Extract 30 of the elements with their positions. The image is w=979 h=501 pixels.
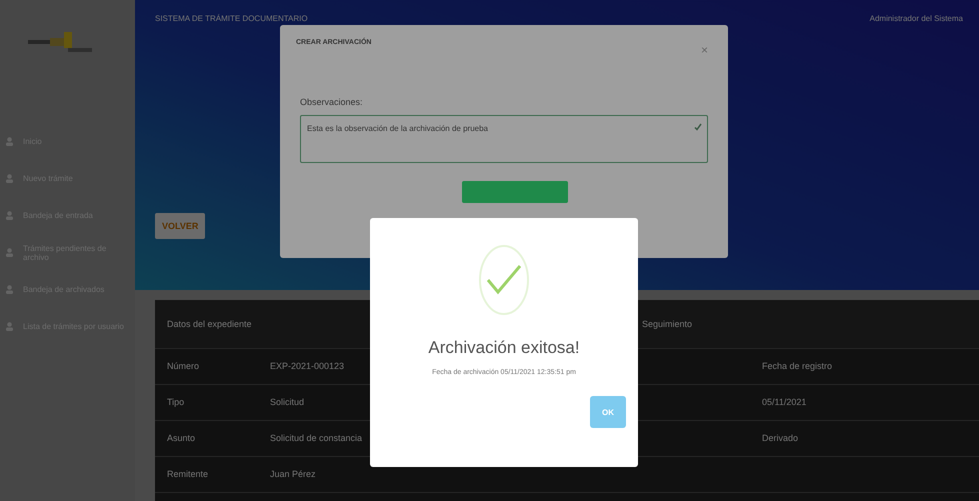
user-icon <box>6 322 13 331</box>
observation-field[interactable]: Esta es la observación de la archivación de prueba <box>300 115 708 163</box>
field-value: Solicitud de constancia <box>270 433 362 443</box>
check-icon <box>694 123 702 131</box>
app-title: SISTEMA DE TRÁMITE DOCUMENTARIO <box>155 14 308 23</box>
user-icon <box>6 285 13 294</box>
dialog-title: Archivación exitosa! <box>428 338 580 358</box>
user-icon <box>6 248 13 257</box>
field-label: Observaciones: <box>300 97 364 107</box>
field-label: Remitente <box>167 469 208 479</box>
user-icon <box>6 174 13 183</box>
section-title: Seguimiento <box>642 319 692 329</box>
field-label: Asunto <box>167 433 196 443</box>
section-title: Datos del expediente <box>167 319 252 329</box>
back-button[interactable]: VOLVER <box>155 213 206 239</box>
field-value: Solicitud <box>270 397 304 407</box>
user-icon <box>6 137 13 146</box>
user-name[interactable]: Administrador del Sistema <box>870 14 963 23</box>
detail-value: 05/11/2021 <box>762 397 806 407</box>
archive-button[interactable] <box>462 181 568 203</box>
field-value: Juan Pérez <box>270 469 316 479</box>
user-icon <box>6 211 13 220</box>
detail-value: Fecha de registro <box>762 361 832 371</box>
close-button[interactable]: × <box>700 43 708 57</box>
field-label: Tipo <box>167 397 184 407</box>
detail-value: Derivado <box>762 433 798 443</box>
ok-button[interactable]: OK <box>590 396 626 428</box>
field-value: EXP-2021-000123 <box>270 361 344 371</box>
field-label: Número <box>167 361 200 371</box>
success-check-icon <box>478 244 530 316</box>
